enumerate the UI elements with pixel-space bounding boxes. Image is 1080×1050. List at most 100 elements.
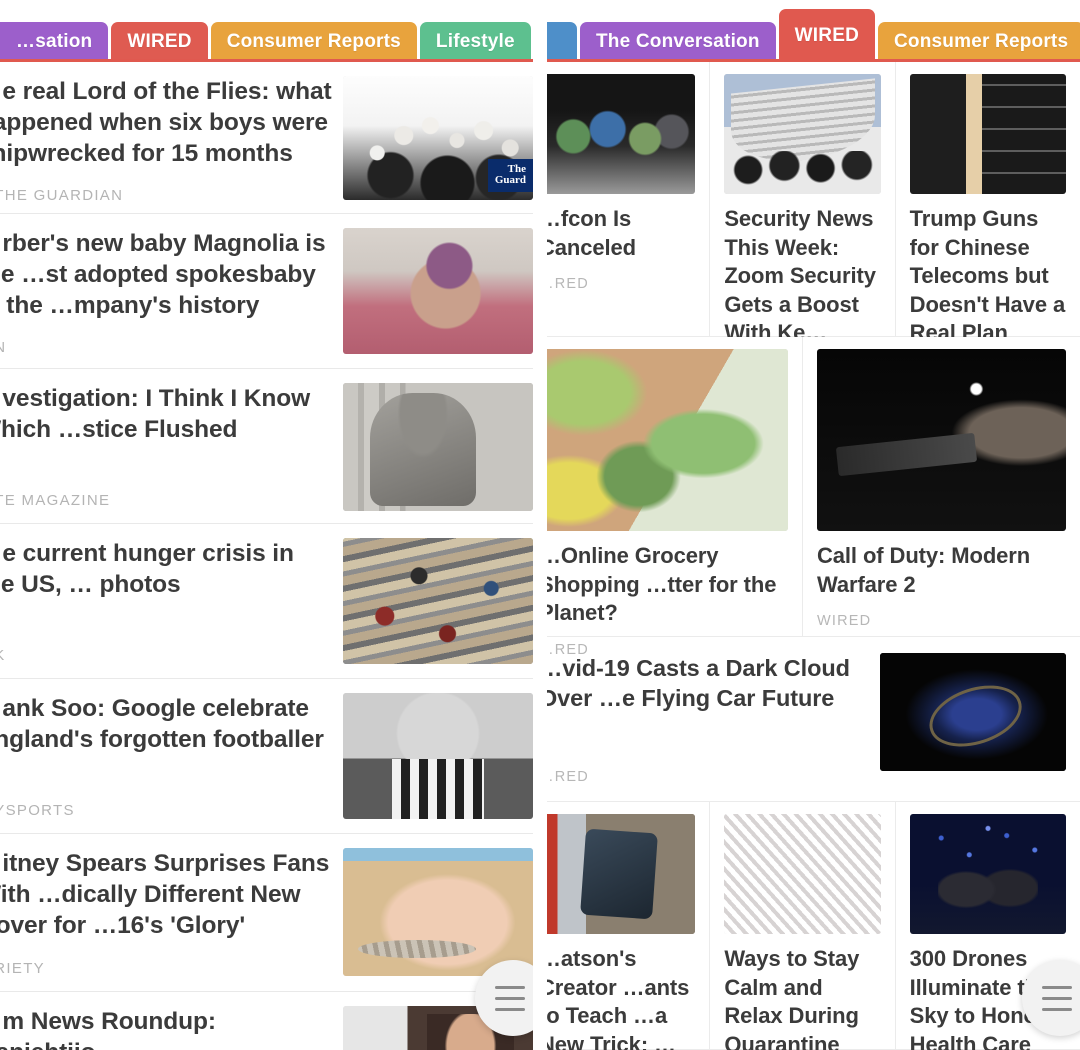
article-title: …vestigation: I Think I Know Which …stic… <box>0 383 333 445</box>
card-image <box>724 74 880 194</box>
article-thumbnail <box>343 538 533 664</box>
article-source: …THE GUARDIAN <box>0 169 333 204</box>
card-title: …Online Grocery Shopping …tter for the P… <box>547 542 788 628</box>
tab-the-conversation[interactable]: …sation <box>0 22 108 62</box>
news-card[interactable]: …fcon Is Canceled …RED <box>547 62 710 336</box>
photo-grocery-image <box>547 349 788 531</box>
news-card-horizontal[interactable]: …vid-19 Casts a Dark Cloud Over …e Flyin… <box>547 637 1080 802</box>
dual-panel-news-reader: …sation WIRED Consumer Reports Lifestyle… <box>0 0 1080 1050</box>
article-thumbnail: TheGuard <box>343 76 533 200</box>
photo-drones-image <box>910 814 1066 934</box>
card-source: …RED <box>547 739 880 785</box>
list-item-text: …rber's new baby Magnolia is the …st ado… <box>0 228 343 354</box>
list-item[interactable]: …rber's new baby Magnolia is the …st ado… <box>0 214 533 369</box>
photo-beach-cover-image <box>343 848 533 976</box>
left-article-list[interactable]: …e real Lord of the Flies: what happened… <box>0 62 533 1050</box>
tab-label: …sation <box>16 31 92 53</box>
right-source-tabstrip[interactable]: The Conversation WIRED Consumer Reports … <box>547 0 1080 62</box>
news-card[interactable]: …atson's Creator …ants to Teach …a New T… <box>547 802 710 1049</box>
list-item-text: …itney Spears Surprises Fans With …dical… <box>0 848 343 977</box>
hamburger-menu-icon <box>1042 982 1072 1015</box>
list-item[interactable]: …ank Soo: Google celebrate England's for… <box>0 679 533 834</box>
photo-footballer-image <box>343 693 533 819</box>
card-image <box>547 814 695 934</box>
tab-label: Consumer Reports <box>227 31 401 53</box>
tab-consumer-reports[interactable]: Consumer Reports <box>211 22 417 62</box>
card-image <box>547 74 695 194</box>
list-item-text: …e real Lord of the Flies: what happened… <box>0 76 343 199</box>
news-card[interactable]: Security News This Week: Zoom Security G… <box>710 62 895 336</box>
list-item-text: …m News Roundup: Kaniehtiio <box>0 1006 343 1050</box>
card-text: …vid-19 Casts a Dark Cloud Over …e Flyin… <box>547 653 880 785</box>
news-card[interactable]: Ways to Stay Calm and Relax During Quara… <box>710 802 895 1049</box>
article-source: …N <box>0 321 333 356</box>
guardian-watermark: TheGuard <box>488 159 533 192</box>
news-card[interactable]: Trump Guns for Chinese Telecoms but Does… <box>896 62 1080 336</box>
list-item[interactable]: …itney Spears Surprises Fans With …dical… <box>0 834 533 992</box>
article-source: …RIETY <box>0 942 333 977</box>
card-title: …vid-19 Casts a Dark Cloud Over …e Flyin… <box>547 653 880 713</box>
tab-consumer-reports[interactable]: Consumer Reports <box>878 22 1080 62</box>
list-item[interactable]: …e real Lord of the Flies: what happened… <box>0 62 533 214</box>
tab-label: WIRED <box>127 31 191 53</box>
tabstrip-underline <box>547 59 1080 62</box>
photo-flying-car-image <box>880 653 1066 771</box>
card-title: Security News This Week: Zoom Security G… <box>724 205 880 348</box>
tab-fragment-blue[interactable] <box>547 22 577 62</box>
card-image <box>547 349 788 531</box>
article-thumbnail <box>343 693 533 819</box>
right-card-grid[interactable]: …fcon Is Canceled …RED Security News Thi… <box>547 62 1080 1050</box>
right-news-panel: The Conversation WIRED Consumer Reports … <box>547 0 1080 1050</box>
tab-label: Lifestyle <box>436 31 515 53</box>
tab-lifestyle[interactable]: Lifestyle <box>420 22 531 62</box>
photo-call-of-duty-image <box>817 349 1066 531</box>
article-title: …e real Lord of the Flies: what happened… <box>0 76 333 169</box>
photo-aerial-foodbank-image <box>343 538 533 664</box>
news-card[interactable]: Call of Duty: Modern Warfare 2 WIRED <box>803 337 1080 636</box>
hamburger-menu-icon <box>495 982 525 1015</box>
photo-calm-waves-image <box>724 814 880 934</box>
left-source-tabstrip[interactable]: …sation WIRED Consumer Reports Lifestyle… <box>0 0 533 62</box>
article-source: …YSPORTS <box>0 784 333 819</box>
tab-wired[interactable]: WIRED <box>779 9 875 62</box>
news-card[interactable]: …Online Grocery Shopping …tter for the P… <box>547 337 803 636</box>
card-source: WIRED <box>817 613 1066 629</box>
photo-statue-image <box>343 383 533 511</box>
article-thumbnail <box>343 383 533 511</box>
card-title: Call of Duty: Modern Warfare 2 <box>817 542 1066 599</box>
article-title: …ank Soo: Google celebrate England's for… <box>0 693 333 755</box>
list-item[interactable]: …vestigation: I Think I Know Which …stic… <box>0 369 533 524</box>
photo-watson-image <box>547 814 695 934</box>
tab-the-conversation[interactable]: The Conversation <box>580 22 776 62</box>
card-source: …RED <box>547 276 695 292</box>
card-image <box>724 814 880 934</box>
tab-wired[interactable]: WIRED <box>111 22 207 62</box>
article-title: …e current hunger crisis in the US, … ph… <box>0 538 333 600</box>
list-item-text: …ank Soo: Google celebrate England's for… <box>0 693 343 819</box>
photo-baby-image <box>343 228 533 354</box>
photo-telecom-image <box>910 74 1066 194</box>
card-title: …atson's Creator …ants to Teach …a New T… <box>547 945 695 1050</box>
card-row: …atson's Creator …ants to Teach …a New T… <box>547 802 1080 1050</box>
article-source: …TE MAGAZINE <box>0 474 333 509</box>
list-item[interactable]: …m News Roundup: Kaniehtiio <box>0 992 533 1050</box>
list-item-text: …e current hunger crisis in the US, … ph… <box>0 538 343 664</box>
article-title: …itney Spears Surprises Fans With …dical… <box>0 848 333 941</box>
article-thumbnail <box>343 228 533 354</box>
card-title: Ways to Stay Calm and Relax During Quara… <box>724 945 880 1050</box>
card-title: …fcon Is Canceled <box>547 205 695 262</box>
card-image <box>880 653 1066 771</box>
list-item-text: …vestigation: I Think I Know Which …stic… <box>0 383 343 509</box>
tab-label: The Conversation <box>596 31 760 53</box>
photo-hotel-image <box>724 74 880 194</box>
list-item[interactable]: …e current hunger crisis in the US, … ph… <box>0 524 533 679</box>
card-image <box>910 74 1066 194</box>
card-row: …Online Grocery Shopping …tter for the P… <box>547 337 1080 637</box>
photo-defcon-image <box>547 74 695 194</box>
article-source: …K <box>0 629 333 664</box>
card-row: …fcon Is Canceled …RED Security News Thi… <box>547 62 1080 337</box>
card-image <box>817 349 1066 531</box>
article-thumbnail <box>343 848 533 976</box>
panel-divider <box>533 0 547 1050</box>
card-title: Trump Guns for Chinese Telecoms but Does… <box>910 205 1066 348</box>
